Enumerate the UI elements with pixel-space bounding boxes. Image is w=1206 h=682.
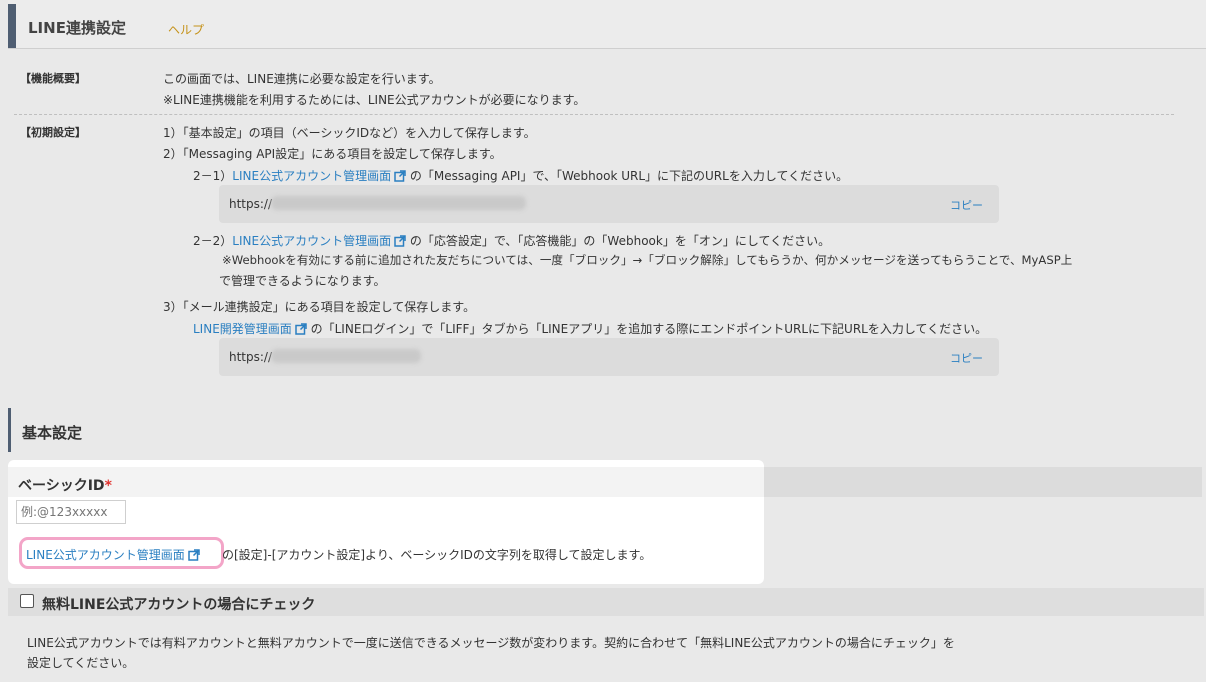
basic-id-header: ベーシックID* bbox=[8, 467, 764, 497]
overview-line-1: この画面では、LINE連携に必要な設定を行います。 bbox=[163, 72, 441, 86]
free-account-label[interactable]: 無料LINE公式アカウントの場合にチェック bbox=[42, 594, 315, 614]
copy-webhook-button[interactable]: コピー bbox=[950, 197, 983, 213]
free-account-note: LINE公式アカウントでは有料アカウントと無料アカウントで一度に送信できるメッセ… bbox=[27, 636, 955, 670]
step-2-2-note-2: で管理できるようになります。 bbox=[219, 274, 386, 288]
step-2-2-note-1: ※Webhookを有効にする前に追加された友だちについては、一度「ブロック」→「… bbox=[222, 253, 1073, 267]
basic-id-description: の[設定]-[アカウント設定]より、ベーシックIDの文字列を取得して設定します。 bbox=[222, 548, 652, 562]
info-panel: 【機能概要】 この画面では、LINE連携に必要な設定を行います。 ※LINE連携… bbox=[0, 60, 1206, 400]
field-header-strip bbox=[760, 467, 1202, 497]
masked-url bbox=[271, 196, 526, 210]
liff-url: https:// bbox=[229, 350, 273, 364]
line-account-link-2[interactable]: LINE公式アカウント管理画面 bbox=[232, 234, 406, 248]
liff-url-box: https:// コピー bbox=[219, 338, 999, 376]
section-title: 基本設定 bbox=[22, 424, 83, 442]
masked-url bbox=[271, 349, 421, 363]
header-accent-bar bbox=[8, 4, 16, 48]
step-2-1: 2－1）LINE公式アカウント管理画面 の「Messaging API」で、「W… bbox=[193, 169, 849, 183]
section-accent-bar bbox=[8, 408, 11, 452]
external-link-icon bbox=[394, 235, 406, 247]
overview-line-2: ※LINE連携機能を利用するためには、LINE公式アカウントが必要になります。 bbox=[163, 93, 586, 107]
required-mark: * bbox=[104, 478, 112, 494]
step-3-detail: LINE開発管理画面 の「LINEログイン」で「LIFF」タブから「LINEアプ… bbox=[193, 322, 988, 336]
external-link-icon bbox=[394, 170, 406, 182]
external-link-icon bbox=[188, 549, 200, 561]
page-title: LINE連携設定 bbox=[28, 19, 126, 37]
free-account-checkbox[interactable] bbox=[20, 594, 34, 608]
initial-label: 【初期設定】 bbox=[20, 126, 86, 139]
line-account-link-3[interactable]: LINE公式アカウント管理画面 bbox=[26, 546, 200, 563]
webhook-url-box: https:// コピー bbox=[219, 185, 999, 223]
divider bbox=[14, 114, 1174, 115]
overview-label: 【機能概要】 bbox=[20, 72, 86, 85]
webhook-url: https:// bbox=[229, 197, 273, 211]
basic-id-label: ベーシックID* bbox=[18, 478, 112, 494]
basic-settings-header: 基本設定 bbox=[8, 408, 1206, 452]
step-1: 1）「基本設定」の項目（ベーシックIDなど）を入力して保存します。 bbox=[163, 126, 536, 140]
step-2-2: 2－2）LINE公式アカウント管理画面 の「応答設定」で、「応答機能」の「Web… bbox=[193, 234, 831, 248]
page-header: LINE連携設定 ヘルプ bbox=[8, 0, 1206, 49]
line-dev-link[interactable]: LINE開発管理画面 bbox=[193, 322, 307, 336]
free-account-row[interactable]: 無料LINE公式アカウントの場合にチェック bbox=[8, 588, 1204, 616]
copy-liff-button[interactable]: コピー bbox=[950, 350, 983, 366]
step-2: 2）「Messaging API設定」にある項目を設定して保存します。 bbox=[163, 147, 502, 161]
external-link-icon bbox=[295, 323, 307, 335]
step-3: 3）「メール連携設定」にある項目を設定して保存します。 bbox=[163, 300, 476, 314]
help-link[interactable]: ヘルプ bbox=[168, 21, 204, 38]
basic-id-card: ベーシックID* LINE公式アカウント管理画面 の[設定]-[アカウント設定]… bbox=[8, 460, 764, 584]
line-account-link-1[interactable]: LINE公式アカウント管理画面 bbox=[232, 169, 406, 183]
basic-id-input[interactable] bbox=[16, 500, 126, 524]
